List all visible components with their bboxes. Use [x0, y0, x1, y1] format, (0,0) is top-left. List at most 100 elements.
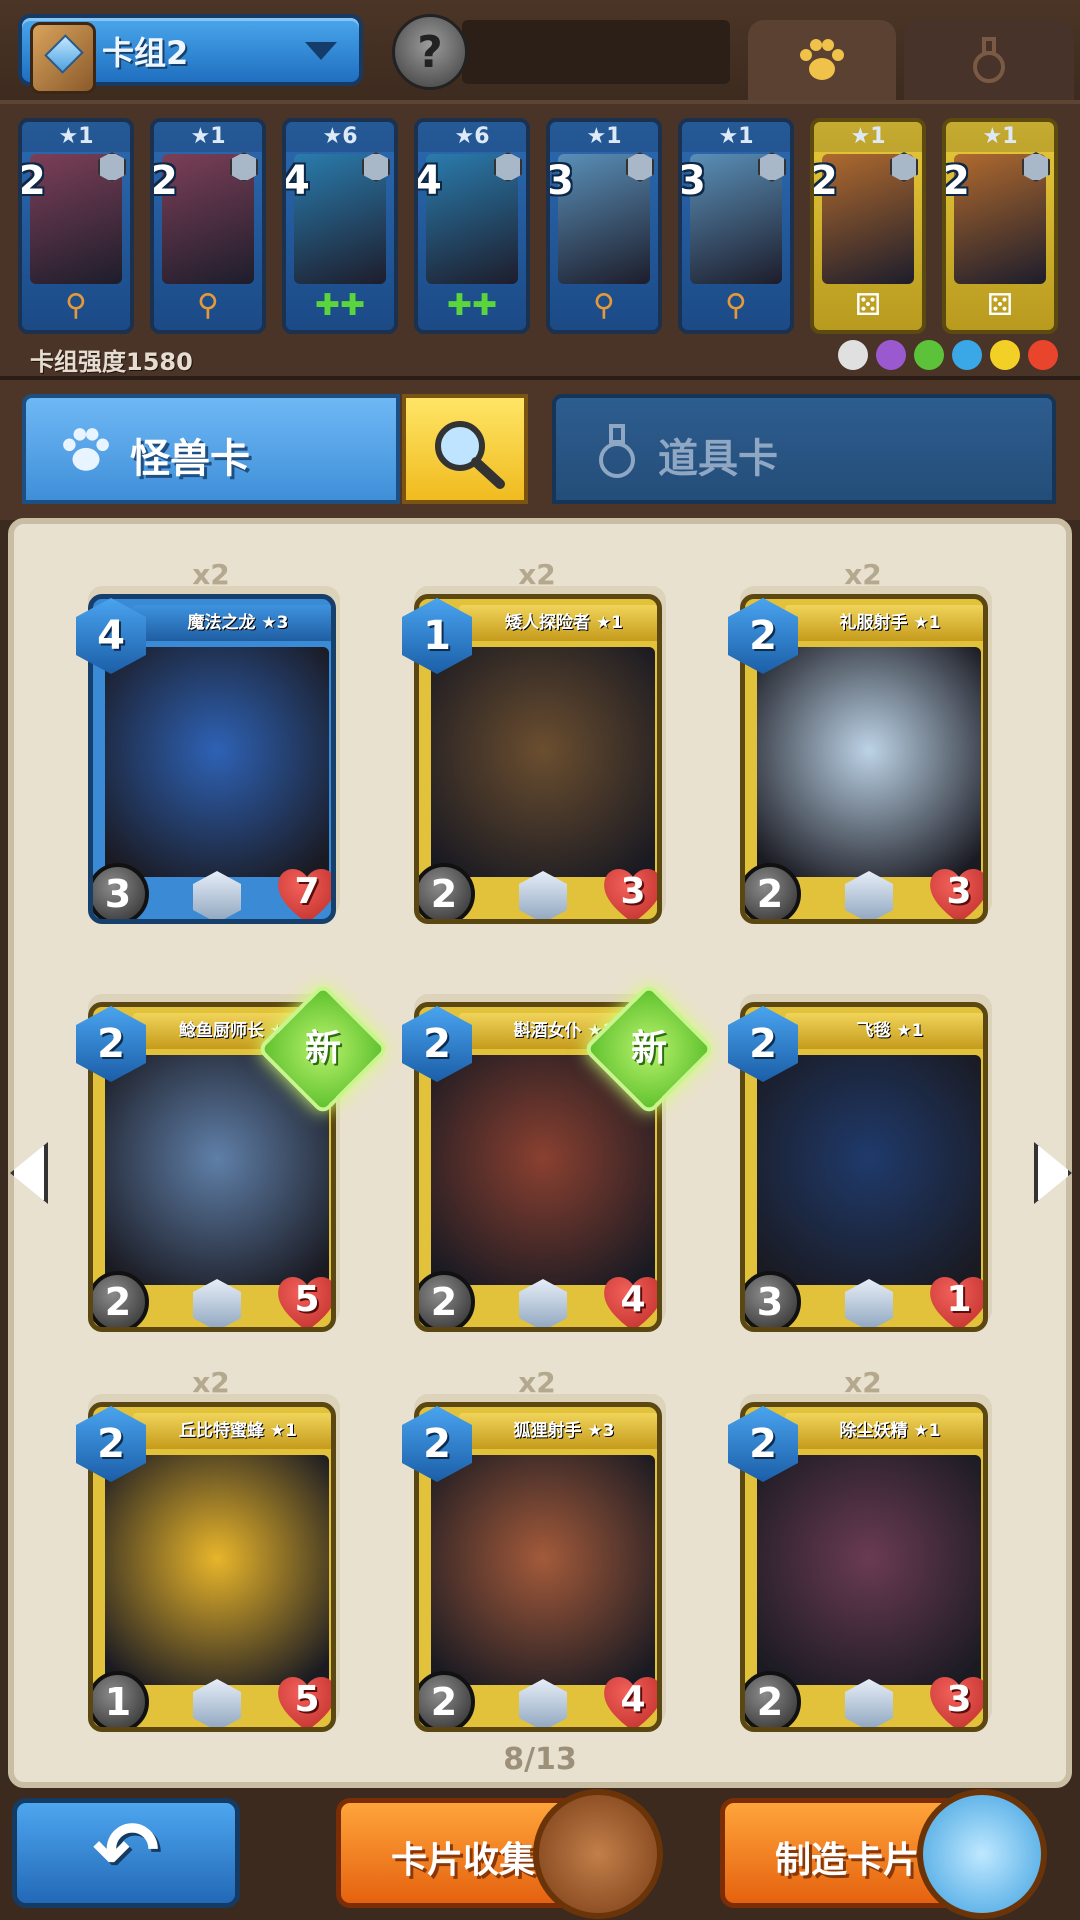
card-name: 矮人探险者 ★1: [459, 605, 657, 641]
card-attack: 2: [745, 1671, 801, 1727]
card-name: 飞毯 ★1: [785, 1013, 983, 1049]
card-art: [431, 1455, 655, 1685]
deck-card[interactable]: ★1 3 ⚲: [546, 118, 662, 334]
nature-element-icon: [914, 340, 944, 370]
card-attack: 2: [93, 1271, 149, 1327]
tab-monsters[interactable]: [748, 20, 896, 100]
new-badge-label: 新: [304, 1028, 341, 1069]
potion-flask-icon: [599, 424, 635, 478]
collection-card-slot: x2 丘比特蜜蜂 ★1 1 5 2: [76, 1366, 346, 1734]
deck-card-cost: 2: [18, 158, 46, 204]
element-gem-icon: [519, 1279, 567, 1327]
element-gem-icon: [519, 1679, 567, 1727]
card-attack: 3: [745, 1271, 801, 1327]
deck-power-label: 卡组强度1580: [30, 348, 193, 376]
search-button[interactable]: [402, 394, 528, 504]
deck-card-cost: 2: [150, 158, 178, 204]
search-icon: [435, 421, 505, 489]
tab-items[interactable]: [904, 20, 1074, 100]
deck-card[interactable]: ★1 2 ⚄: [942, 118, 1058, 334]
tab-monster-cards[interactable]: 怪兽卡: [22, 394, 400, 504]
card-attack: 2: [745, 863, 801, 919]
card-copy-count: x2: [518, 558, 556, 591]
deck-card-stars: ★6: [286, 122, 394, 152]
paw-icon: [63, 428, 109, 471]
deck-card-cost: 3: [546, 158, 574, 204]
avatar[interactable]: ?: [392, 14, 468, 90]
card-copy-count: x2: [844, 558, 882, 591]
deck-panel: ★1 2 ⚲★1 2 ⚲★6 4 ✚✚★6 4 ✚✚★1 3 ⚲★1: [0, 100, 1080, 380]
back-button[interactable]: ↶: [12, 1798, 240, 1908]
bottom-bar: ↶ 卡片收集 制造卡片: [0, 1788, 1080, 1920]
potion-flask-icon: [973, 37, 1005, 83]
card-art: [757, 1055, 981, 1285]
card-attack: 2: [419, 863, 475, 919]
card-name: 礼服射手 ★1: [785, 605, 983, 641]
collection-card-slot: x2 魔法之龙 ★3 3 7 4: [76, 558, 346, 926]
staff-icon: ⚲: [725, 288, 747, 323]
staff-icon: ⚲: [593, 288, 615, 323]
card-copy-count: x2: [192, 558, 230, 591]
deck-card-cost: 4: [414, 158, 442, 204]
card-art: [431, 647, 655, 877]
deck-card[interactable]: ★1 2 ⚄: [810, 118, 926, 334]
element-gem-icon: [845, 1279, 893, 1327]
back-arrow-icon: ↶: [92, 1804, 160, 1897]
collection-card-slot: x2 除尘妖精 ★1 2 3 2: [728, 1366, 998, 1734]
collection-card-slot: x2 狐狸射手 ★3 2 4 2: [402, 1366, 672, 1734]
card-name: 狐狸射手 ★3: [459, 1413, 657, 1449]
deck-card[interactable]: ★1 2 ⚲: [150, 118, 266, 334]
card-art: [105, 1455, 329, 1685]
card-collection-panel: x2 魔法之龙 ★3 3 7 4 x2 矮人探险者 ★1 2 3 1 x2 礼服…: [8, 518, 1072, 1788]
deck-name: 卡组2: [102, 34, 189, 72]
tab-item-cards[interactable]: 道具卡: [552, 394, 1056, 504]
page-indicator: 8/13: [503, 1742, 577, 1777]
dice-icon: ⚄: [854, 288, 882, 323]
card-attack: 2: [419, 1271, 475, 1327]
card-copy-count: x2: [192, 1366, 230, 1399]
neutral-element-icon: [838, 340, 868, 370]
element-gem-icon: [193, 1279, 241, 1327]
chevron-down-icon: [305, 42, 337, 60]
element-gem-icon: [845, 871, 893, 919]
card-attack: 1: [93, 1671, 149, 1727]
deck-selector-dropdown[interactable]: 卡组2: [18, 14, 363, 94]
card-art: [757, 1455, 981, 1685]
deck-card-stars: ★1: [946, 122, 1054, 152]
staff-icon: ⚲: [65, 288, 87, 323]
collection-card-slot: 斟酒女仆 ★1 2 4 2新: [402, 972, 716, 1334]
heal-plus-icon: ✚✚: [446, 288, 498, 323]
deck-card-cost: 4: [282, 158, 310, 204]
top-bar: 卡组2 ?: [0, 0, 1080, 100]
deck-card[interactable]: ★6 4 ✚✚: [414, 118, 530, 334]
deck-card-cost: 3: [678, 158, 706, 204]
craft-card-button[interactable]: 制造卡片: [720, 1789, 1047, 1919]
collection-card-slot: x2 矮人探险者 ★1 2 3 1: [402, 558, 672, 926]
category-tabs: 怪兽卡 道具卡: [0, 380, 1080, 520]
staff-icon: ⚲: [197, 288, 219, 323]
crafting-jar-icon: [917, 1789, 1047, 1919]
card-art: [757, 647, 981, 877]
collection-card-slot: x2 礼服射手 ★1 2 3 2: [728, 558, 998, 926]
poison-element-icon: [876, 340, 906, 370]
player-name-bar: [462, 20, 730, 84]
deck-card[interactable]: ★1 3 ⚲: [678, 118, 794, 334]
deck-card-stars: ★1: [682, 122, 790, 152]
deck-card-stars: ★6: [418, 122, 526, 152]
element-icons: [838, 340, 1058, 370]
card-collection-label: 卡片收集: [391, 1840, 536, 1881]
card-copy-count: x2: [844, 1366, 882, 1399]
deck-card-stars: ★1: [550, 122, 658, 152]
deck-card[interactable]: ★1 2 ⚲: [18, 118, 134, 334]
card-name: 魔法之龙 ★3: [133, 605, 331, 641]
paw-icon: [800, 39, 844, 80]
card-collection-button[interactable]: 卡片收集: [336, 1789, 663, 1919]
deck-card-stars: ★1: [814, 122, 922, 152]
deck-card-cost: 2: [942, 158, 970, 204]
card-art: [105, 647, 329, 877]
deck-card[interactable]: ★6 4 ✚✚: [282, 118, 398, 334]
craft-card-label: 制造卡片: [775, 1840, 920, 1881]
card-name: 除尘妖精 ★1: [785, 1413, 983, 1449]
card-name: 丘比特蜜蜂 ★1: [133, 1413, 331, 1449]
deck-book-icon: [30, 22, 96, 94]
